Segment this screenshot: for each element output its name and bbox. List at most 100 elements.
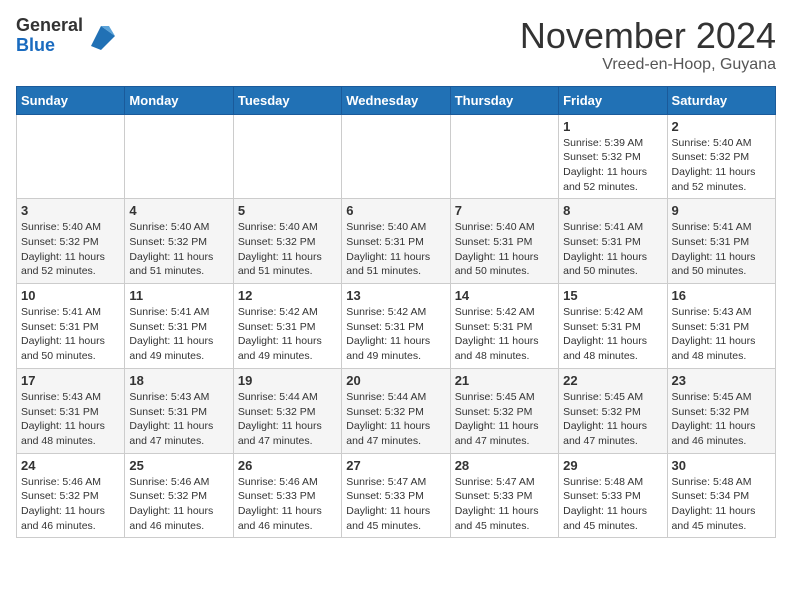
calendar-cell: 25Sunrise: 5:46 AM Sunset: 5:32 PM Dayli… [125,453,233,538]
header-day-wednesday: Wednesday [342,86,450,114]
page-header: General Blue November 2024 Vreed-en-Hoop… [16,16,776,74]
day-info: Sunrise: 5:43 AM Sunset: 5:31 PM Dayligh… [21,390,120,449]
day-info: Sunrise: 5:47 AM Sunset: 5:33 PM Dayligh… [346,475,445,534]
calendar-cell: 21Sunrise: 5:45 AM Sunset: 5:32 PM Dayli… [450,368,558,453]
calendar-week-4: 24 Sunrise: 5:46 AM Sunset: 5:32 PM Dayli… [17,453,776,538]
day-number: 23 [672,373,771,388]
calendar-cell: 28 Sunrise: 5:47 AM Sunset: 5:33 PM Dayli… [450,453,558,538]
day-number: 13 [346,288,445,303]
calendar-week-3: 17Sunrise: 5:43 AM Sunset: 5:31 PM Dayli… [17,368,776,453]
logo-blue: Blue [16,35,55,55]
day-number: 20 [346,373,445,388]
day-number: 7 [455,203,554,218]
day-info: Sunrise: 5:43 AM Sunset: 5:31 PM Dayligh… [672,305,771,364]
calendar-cell: 15 Sunrise: 5:42 AM Sunset: 5:31 PM Dayli… [559,284,667,369]
day-info: Sunrise: 5:45 AM Sunset: 5:32 PM Dayligh… [563,390,662,449]
calendar-cell [450,114,558,199]
day-info: Sunrise: 5:48 AM Sunset: 5:34 PM Dayligh… [672,475,771,534]
header-day-friday: Friday [559,86,667,114]
calendar-cell [342,114,450,199]
calendar-cell: 22 Sunrise: 5:45 AM Sunset: 5:32 PM Dayli… [559,368,667,453]
calendar-cell: 29 Sunrise: 5:48 AM Sunset: 5:33 PM Dayli… [559,453,667,538]
calendar-cell: 11Sunrise: 5:41 AM Sunset: 5:31 PM Dayli… [125,284,233,369]
calendar-week-1: 3Sunrise: 5:40 AM Sunset: 5:32 PM Daylig… [17,199,776,284]
calendar-cell: 12 Sunrise: 5:42 AM Sunset: 5:31 PM Dayli… [233,284,341,369]
day-number: 9 [672,203,771,218]
calendar-cell: 19 Sunrise: 5:44 AM Sunset: 5:32 PM Dayli… [233,368,341,453]
calendar-week-2: 10 Sunrise: 5:41 AM Sunset: 5:31 PM Dayli… [17,284,776,369]
calendar-week-0: 1 Sunrise: 5:39 AM Sunset: 5:32 PM Daylig… [17,114,776,199]
day-info: Sunrise: 5:41 AM Sunset: 5:31 PM Dayligh… [672,220,771,279]
day-info: Sunrise: 5:48 AM Sunset: 5:33 PM Dayligh… [563,475,662,534]
day-number: 19 [238,373,337,388]
day-info: Sunrise: 5:46 AM Sunset: 5:32 PM Dayligh… [21,475,120,534]
day-info: Sunrise: 5:41 AM Sunset: 5:31 PM Dayligh… [563,220,662,279]
header-day-monday: Monday [125,86,233,114]
calendar-cell: 26 Sunrise: 5:46 AM Sunset: 5:33 PM Dayli… [233,453,341,538]
day-number: 18 [129,373,228,388]
calendar-cell: 9 Sunrise: 5:41 AM Sunset: 5:31 PM Daylig… [667,199,775,284]
day-number: 26 [238,458,337,473]
day-info: Sunrise: 5:42 AM Sunset: 5:31 PM Dayligh… [238,305,337,364]
day-number: 24 [21,458,120,473]
calendar-cell: 1 Sunrise: 5:39 AM Sunset: 5:32 PM Daylig… [559,114,667,199]
header-day-thursday: Thursday [450,86,558,114]
calendar-cell [125,114,233,199]
calendar-cell: 6 Sunrise: 5:40 AM Sunset: 5:31 PM Daylig… [342,199,450,284]
day-info: Sunrise: 5:40 AM Sunset: 5:31 PM Dayligh… [455,220,554,279]
day-info: Sunrise: 5:46 AM Sunset: 5:33 PM Dayligh… [238,475,337,534]
calendar-cell: 8Sunrise: 5:41 AM Sunset: 5:31 PM Daylig… [559,199,667,284]
calendar-cell: 27Sunrise: 5:47 AM Sunset: 5:33 PM Dayli… [342,453,450,538]
day-number: 15 [563,288,662,303]
calendar-cell: 13 Sunrise: 5:42 AM Sunset: 5:31 PM Dayli… [342,284,450,369]
calendar-header-row: SundayMondayTuesdayWednesdayThursdayFrid… [17,86,776,114]
day-info: Sunrise: 5:44 AM Sunset: 5:32 PM Dayligh… [346,390,445,449]
calendar-cell [17,114,125,199]
day-number: 6 [346,203,445,218]
month-title: November 2024 [520,16,776,56]
header-day-tuesday: Tuesday [233,86,341,114]
calendar-cell: 3Sunrise: 5:40 AM Sunset: 5:32 PM Daylig… [17,199,125,284]
day-info: Sunrise: 5:40 AM Sunset: 5:31 PM Dayligh… [346,220,445,279]
calendar-cell: 2Sunrise: 5:40 AM Sunset: 5:32 PM Daylig… [667,114,775,199]
day-number: 16 [672,288,771,303]
location-subtitle: Vreed-en-Hoop, Guyana [520,56,776,74]
logo-icon [87,22,115,50]
day-info: Sunrise: 5:40 AM Sunset: 5:32 PM Dayligh… [238,220,337,279]
day-number: 30 [672,458,771,473]
logo-general: General [16,15,83,35]
calendar-cell: 10 Sunrise: 5:41 AM Sunset: 5:31 PM Dayli… [17,284,125,369]
day-info: Sunrise: 5:45 AM Sunset: 5:32 PM Dayligh… [672,390,771,449]
day-number: 1 [563,119,662,134]
day-info: Sunrise: 5:40 AM Sunset: 5:32 PM Dayligh… [21,220,120,279]
day-number: 10 [21,288,120,303]
calendar-cell: 16 Sunrise: 5:43 AM Sunset: 5:31 PM Dayli… [667,284,775,369]
calendar-cell [233,114,341,199]
day-info: Sunrise: 5:41 AM Sunset: 5:31 PM Dayligh… [21,305,120,364]
day-number: 11 [129,288,228,303]
calendar-cell: 7 Sunrise: 5:40 AM Sunset: 5:31 PM Daylig… [450,199,558,284]
day-info: Sunrise: 5:44 AM Sunset: 5:32 PM Dayligh… [238,390,337,449]
day-number: 28 [455,458,554,473]
calendar-cell: 5 Sunrise: 5:40 AM Sunset: 5:32 PM Daylig… [233,199,341,284]
day-info: Sunrise: 5:47 AM Sunset: 5:33 PM Dayligh… [455,475,554,534]
calendar-table: SundayMondayTuesdayWednesdayThursdayFrid… [16,86,776,539]
calendar-body: 1 Sunrise: 5:39 AM Sunset: 5:32 PM Daylig… [17,114,776,538]
calendar-cell: 4Sunrise: 5:40 AM Sunset: 5:32 PM Daylig… [125,199,233,284]
day-number: 22 [563,373,662,388]
calendar-cell: 17Sunrise: 5:43 AM Sunset: 5:31 PM Dayli… [17,368,125,453]
header-day-saturday: Saturday [667,86,775,114]
day-info: Sunrise: 5:42 AM Sunset: 5:31 PM Dayligh… [563,305,662,364]
calendar-cell: 18Sunrise: 5:43 AM Sunset: 5:31 PM Dayli… [125,368,233,453]
day-info: Sunrise: 5:42 AM Sunset: 5:31 PM Dayligh… [346,305,445,364]
day-number: 5 [238,203,337,218]
day-info: Sunrise: 5:42 AM Sunset: 5:31 PM Dayligh… [455,305,554,364]
day-info: Sunrise: 5:46 AM Sunset: 5:32 PM Dayligh… [129,475,228,534]
day-number: 29 [563,458,662,473]
day-info: Sunrise: 5:39 AM Sunset: 5:32 PM Dayligh… [563,136,662,195]
day-info: Sunrise: 5:40 AM Sunset: 5:32 PM Dayligh… [672,136,771,195]
calendar-cell: 23 Sunrise: 5:45 AM Sunset: 5:32 PM Dayli… [667,368,775,453]
day-number: 14 [455,288,554,303]
day-number: 12 [238,288,337,303]
day-info: Sunrise: 5:40 AM Sunset: 5:32 PM Dayligh… [129,220,228,279]
